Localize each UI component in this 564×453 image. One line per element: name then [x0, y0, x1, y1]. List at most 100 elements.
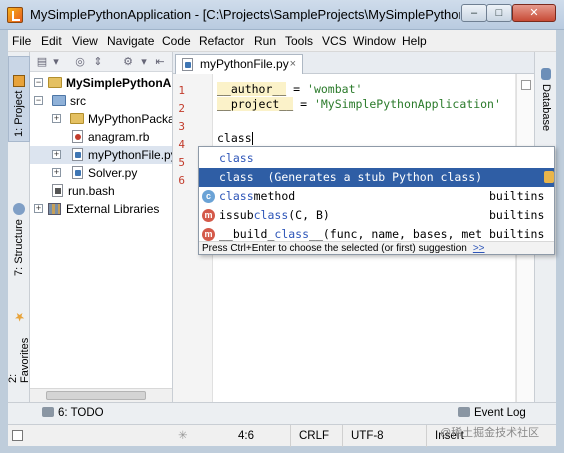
tree-item-mypythonpackage[interactable]: + MyPythonPackage — [30, 110, 172, 128]
completion-item[interactable]: c classmethod builtins — [199, 187, 554, 206]
tree-item-label: anagram.rb — [88, 130, 150, 144]
minimize-button[interactable]: – — [461, 4, 487, 22]
tree-item-run-bash[interactable]: run.bash — [30, 182, 172, 200]
code-line-1[interactable]: __author__ = 'wombat' — [217, 82, 362, 96]
expand-icon[interactable]: + — [52, 114, 61, 123]
menu-edit[interactable]: Edit — [41, 34, 62, 48]
pycharm-app-icon — [7, 7, 23, 23]
tree-item-solver[interactable]: + Solver.py — [30, 164, 172, 182]
menu-run[interactable]: Run — [254, 34, 276, 48]
tool-tab-project[interactable]: 1: Project — [8, 56, 30, 142]
expand-all-icon[interactable]: ⇕ — [92, 56, 104, 68]
tool-tab-todo[interactable]: 6: TODO — [42, 407, 104, 419]
project-horizontal-scrollbar[interactable] — [30, 388, 172, 402]
tool-tab-favorites-label: 2: Favorites — [7, 337, 31, 383]
code-operator: = — [293, 97, 314, 111]
editor-tab-label: myPythonFile.py — [200, 57, 289, 71]
menu-bar: File Edit View Navigate Code Refactor Ru… — [8, 30, 556, 52]
completion-item-selected[interactable]: class (Generates a stub Python class) — [199, 168, 554, 187]
title-bar: MySimplePythonApplication - [C:\Projects… — [0, 0, 564, 30]
completion-item[interactable]: m issubclass(C, B) builtins — [199, 206, 554, 225]
tool-tab-event-log-label: Event Log — [474, 407, 526, 419]
completion-match: class — [219, 189, 254, 203]
line-number: 5 — [178, 156, 185, 169]
completion-prefix: issub — [219, 208, 254, 222]
code-line-4[interactable]: class — [217, 131, 253, 145]
maximize-button[interactable]: □ — [486, 4, 512, 22]
caret-position[interactable]: 4:6 — [230, 425, 290, 447]
line-separator[interactable]: CRLF — [290, 425, 342, 447]
completion-hint-link[interactable]: >> — [473, 243, 485, 254]
todo-icon — [42, 407, 54, 417]
tree-item-anagram[interactable]: anagram.rb — [30, 128, 172, 146]
tree-item-label: MyPythonPackage — [88, 112, 172, 126]
file-encoding[interactable]: UTF-8 — [342, 425, 426, 447]
completion-text: (C, B) — [288, 208, 330, 222]
collapse-icon[interactable]: − — [34, 78, 43, 87]
menu-vcs[interactable]: VCS — [322, 34, 347, 48]
menu-tools[interactable]: Tools — [285, 34, 313, 48]
python-file-icon — [182, 58, 193, 71]
scroll-from-source-icon[interactable]: ◎ — [74, 56, 86, 68]
expand-icon[interactable]: + — [52, 150, 61, 159]
tree-item-external-libraries[interactable]: + External Libraries — [30, 200, 172, 218]
event-log-icon — [458, 407, 470, 417]
close-button[interactable]: ✕ — [512, 4, 556, 22]
tab-close-icon[interactable]: × — [290, 55, 296, 73]
completion-match: class — [219, 151, 254, 165]
left-tool-strip: 1: Project 7: Structure 2: Favorites ★ — [7, 52, 31, 402]
tool-tab-database[interactable]: Database — [537, 64, 555, 154]
menu-code[interactable]: Code — [162, 34, 191, 48]
tool-tab-favorites[interactable]: 2: Favorites ★ — [7, 307, 31, 387]
menu-window[interactable]: Window — [353, 34, 396, 48]
tool-windows-toggle-icon[interactable] — [12, 430, 23, 441]
line-number: 4 — [178, 138, 185, 151]
view-mode-icon[interactable]: ▤ — [36, 56, 48, 68]
menu-view[interactable]: View — [72, 34, 98, 48]
database-icon — [541, 68, 551, 80]
menu-help[interactable]: Help — [402, 34, 427, 48]
collapse-icon[interactable]: − — [34, 96, 43, 105]
expand-icon[interactable]: + — [52, 168, 61, 177]
line-number: 2 — [178, 102, 185, 115]
completion-item[interactable]: class — [199, 149, 554, 168]
tool-tab-structure-label: 7: Structure — [13, 219, 25, 276]
tool-tab-event-log[interactable]: Event Log — [458, 407, 526, 419]
hide-panel-icon[interactable]: ⇤ — [154, 56, 166, 68]
line-number: 3 — [178, 120, 185, 133]
scrollbar-thumb[interactable] — [46, 391, 146, 400]
menu-file[interactable]: File — [12, 34, 31, 48]
menu-navigate[interactable]: Navigate — [107, 34, 154, 48]
code-identifier: __project__ — [217, 97, 294, 111]
completion-hint-text: Press Ctrl+Enter to choose the selected … — [202, 243, 467, 254]
tool-tab-structure[interactable]: 7: Structure — [8, 192, 30, 280]
dropdown-arrow-icon[interactable]: ▾ — [50, 56, 62, 68]
package-folder-icon — [70, 113, 84, 124]
tree-item-label: src — [70, 94, 86, 108]
watermark-text: @稀土掘金技术社区 — [440, 427, 540, 439]
live-template-icon — [544, 171, 554, 183]
expand-icon[interactable]: + — [34, 204, 43, 213]
menu-refactor[interactable]: Refactor — [199, 34, 244, 48]
python-file-icon — [72, 166, 83, 179]
settings-dropdown-icon[interactable]: ▾ — [138, 56, 150, 68]
code-string: 'MySimplePythonApplication' — [313, 97, 501, 111]
gear-icon[interactable]: ⚙ — [122, 56, 134, 68]
editor-tab-bar: myPythonFile.py × — [173, 52, 534, 74]
editor-tab-mypythonfile[interactable]: myPythonFile.py × — [175, 54, 303, 74]
code-line-2[interactable]: __project__ = 'MySimplePythonApplication… — [217, 97, 501, 111]
completion-text: __(func, name, bases, met — [309, 227, 483, 241]
line-number: 6 — [178, 174, 185, 187]
star-icon: ★ — [14, 310, 25, 324]
code-string: 'wombat' — [307, 82, 363, 96]
completion-match: class — [274, 227, 310, 241]
inspection-status-icon[interactable] — [521, 80, 531, 90]
tree-item-label: MySimplePythonApplication — [66, 76, 172, 90]
tree-item-label: myPythonFile.py — [88, 148, 173, 162]
tool-tab-project-label: 1: Project — [13, 90, 25, 137]
completion-match: class — [253, 208, 289, 222]
tree-item-project-root[interactable]: − MySimplePythonApplication — [30, 74, 172, 92]
tree-item-mypythonfile[interactable]: + myPythonFile.py — [30, 146, 173, 164]
tree-item-src[interactable]: − src — [30, 92, 172, 110]
completion-type: builtins — [489, 208, 545, 222]
